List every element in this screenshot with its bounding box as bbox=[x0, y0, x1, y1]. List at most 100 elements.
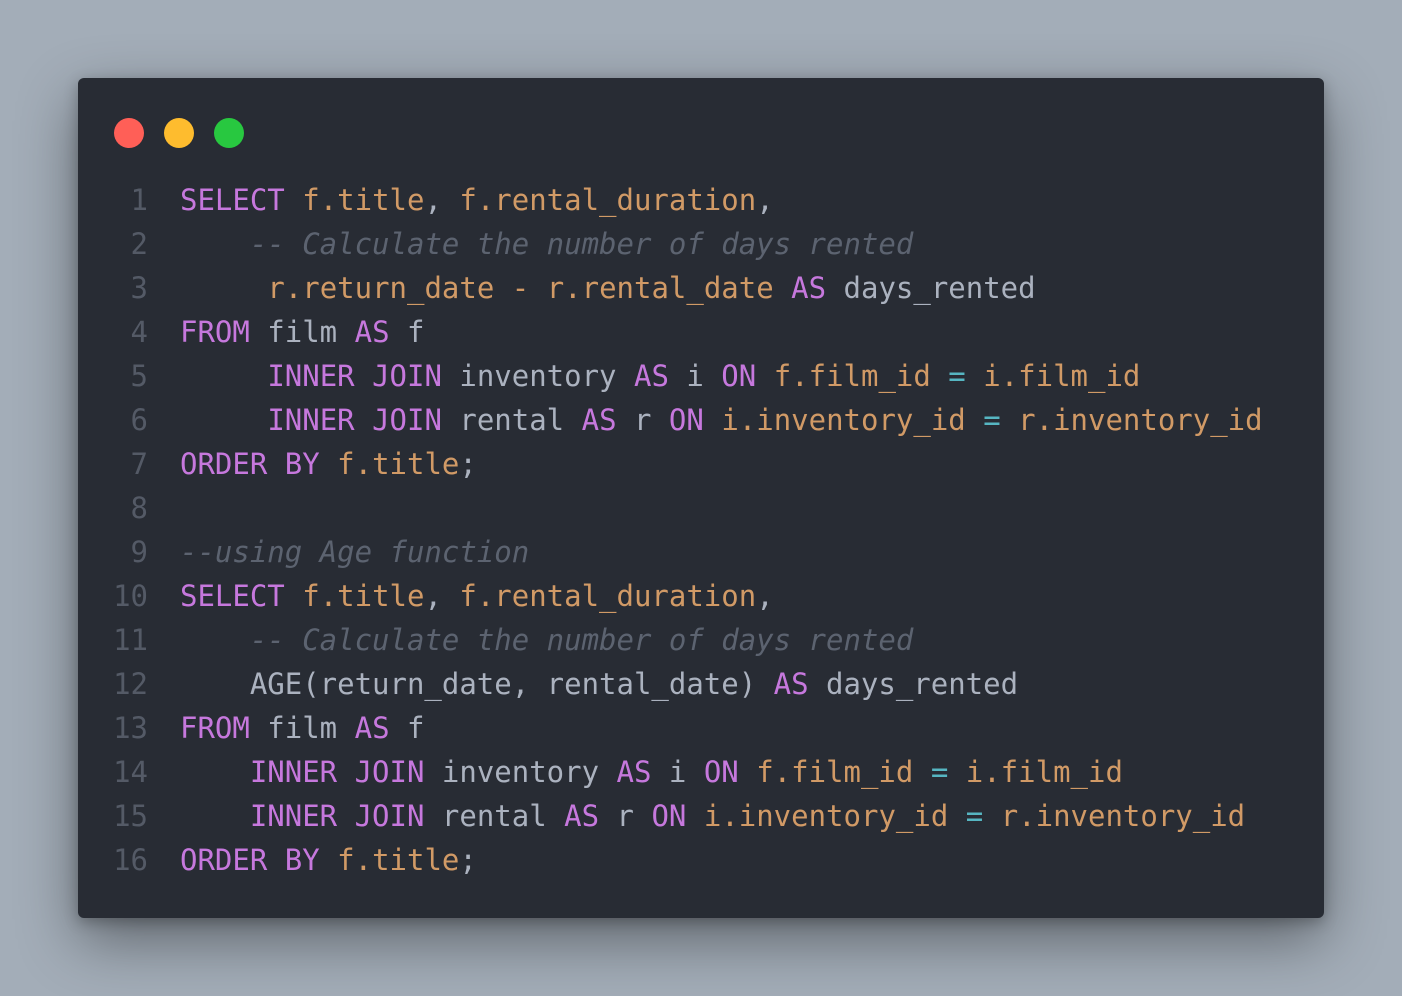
keyword-token: ORDER BY bbox=[180, 843, 320, 877]
keyword-token: AS bbox=[581, 403, 617, 437]
close-button[interactable] bbox=[114, 118, 144, 148]
code-text-token: rental bbox=[424, 799, 565, 833]
code-text-token: days_rented bbox=[826, 271, 1036, 305]
comment-token: --using Age function bbox=[180, 535, 530, 569]
line-source: --using Age function bbox=[180, 530, 529, 574]
code-window: 1 SELECT f.title, f.rental_duration, 2 -- … bbox=[78, 78, 1324, 918]
code-line: 3 r.return_date - r.rental_date AS days_… bbox=[78, 266, 1324, 310]
code-text-token: ; bbox=[459, 447, 477, 481]
line-source: ORDER BY f.title; bbox=[180, 442, 477, 486]
line-number: 12 bbox=[113, 667, 148, 701]
keyword-token: AS bbox=[564, 799, 600, 833]
code-text-token: i bbox=[668, 359, 722, 393]
code-text-token: film bbox=[249, 711, 355, 745]
code-text-token: AGE(return_date, rental_date) bbox=[180, 667, 774, 701]
line-source: INNER JOIN rental AS r ON i.inventory_id… bbox=[180, 398, 1262, 442]
code-line: 5 INNER JOIN inventory AS i ON f.film_id… bbox=[78, 354, 1324, 398]
identifier-token: i.inventory_id bbox=[703, 799, 949, 833]
identifier-token: i.film_id bbox=[983, 359, 1141, 393]
code-text-token: r bbox=[616, 403, 669, 437]
code-line: 15 INNER JOIN rental AS r ON i.inventory… bbox=[78, 794, 1324, 838]
line-number: 13 bbox=[113, 711, 148, 745]
keyword-token: AS bbox=[791, 271, 827, 305]
code-line: 7 ORDER BY f.title; bbox=[78, 442, 1324, 486]
identifier-token: i.inventory_id bbox=[721, 403, 966, 437]
line-source: INNER JOIN inventory AS i ON f.film_id =… bbox=[180, 750, 1123, 794]
code-line: 8 bbox=[78, 486, 1324, 530]
line-number: 11 bbox=[113, 623, 148, 657]
code-line: 12 AGE(return_date, rental_date) AS days… bbox=[78, 662, 1324, 706]
code-line: 1 SELECT f.title, f.rental_duration, bbox=[78, 178, 1324, 222]
identifier-token: i.film_id bbox=[965, 755, 1123, 789]
line-number: 4 bbox=[130, 315, 148, 349]
line-source: FROM film AS f bbox=[180, 310, 424, 354]
line-number: 5 bbox=[130, 359, 148, 393]
line-number: 2 bbox=[130, 227, 148, 261]
code-text-token: , bbox=[424, 579, 460, 613]
code-line: 2 -- Calculate the number of days rented bbox=[78, 222, 1324, 266]
code-text-token: , bbox=[756, 183, 774, 217]
identifier-token: f.title bbox=[337, 447, 460, 481]
code-line: 4 FROM film AS f bbox=[78, 310, 1324, 354]
code-text-token: f bbox=[389, 315, 425, 349]
identifier-token: r.inventory_id bbox=[1000, 799, 1246, 833]
keyword-token: AS bbox=[773, 667, 809, 701]
keyword-token: AS bbox=[354, 315, 390, 349]
code-editor[interactable]: 1 SELECT f.title, f.rental_duration, 2 -- … bbox=[78, 178, 1324, 882]
keyword-token: AS bbox=[616, 755, 652, 789]
keyword-token: SELECT bbox=[180, 183, 285, 217]
line-number: 9 bbox=[130, 535, 148, 569]
operator-token: = bbox=[965, 799, 984, 833]
keyword-token: INNER JOIN bbox=[249, 799, 425, 833]
code-text-token: inventory bbox=[441, 359, 634, 393]
line-number: 7 bbox=[130, 447, 148, 481]
line-number: 1 bbox=[130, 183, 148, 217]
code-line: 9 --using Age function bbox=[78, 530, 1324, 574]
identifier-token: f.rental_duration bbox=[459, 579, 757, 613]
code-text-token: i bbox=[651, 755, 704, 789]
minimize-button[interactable] bbox=[164, 118, 194, 148]
identifier-token: f.title bbox=[302, 579, 425, 613]
keyword-token: ON bbox=[703, 755, 739, 789]
keyword-token: AS bbox=[633, 359, 669, 393]
line-source: SELECT f.title, f.rental_duration, bbox=[180, 574, 774, 618]
identifier-token: f.title bbox=[337, 843, 460, 877]
identifier-token: f.title bbox=[302, 183, 425, 217]
operator-token: = bbox=[948, 359, 966, 393]
line-number: 8 bbox=[130, 491, 148, 525]
code-line: 11 -- Calculate the number of days rente… bbox=[78, 618, 1324, 662]
line-source: AGE(return_date, rental_date) AS days_re… bbox=[180, 662, 1018, 706]
line-number: 6 bbox=[130, 403, 148, 437]
operator-token: = bbox=[930, 755, 949, 789]
code-line: 13 FROM film AS f bbox=[78, 706, 1324, 750]
operator-token: = bbox=[983, 403, 1001, 437]
code-text-token: days_rented bbox=[808, 667, 1019, 701]
keyword-token: INNER JOIN bbox=[267, 359, 442, 393]
maximize-button[interactable] bbox=[214, 118, 244, 148]
identifier-token: f.film_id bbox=[756, 755, 914, 789]
code-text-token: inventory bbox=[424, 755, 617, 789]
code-text-token: r bbox=[599, 799, 652, 833]
line-source: SELECT f.title, f.rental_duration, bbox=[180, 178, 774, 222]
code-line: 6 INNER JOIN rental AS r ON i.inventory_… bbox=[78, 398, 1324, 442]
comment-token: -- Calculate the number of days rented bbox=[249, 227, 914, 261]
line-source: FROM film AS f bbox=[180, 706, 424, 750]
